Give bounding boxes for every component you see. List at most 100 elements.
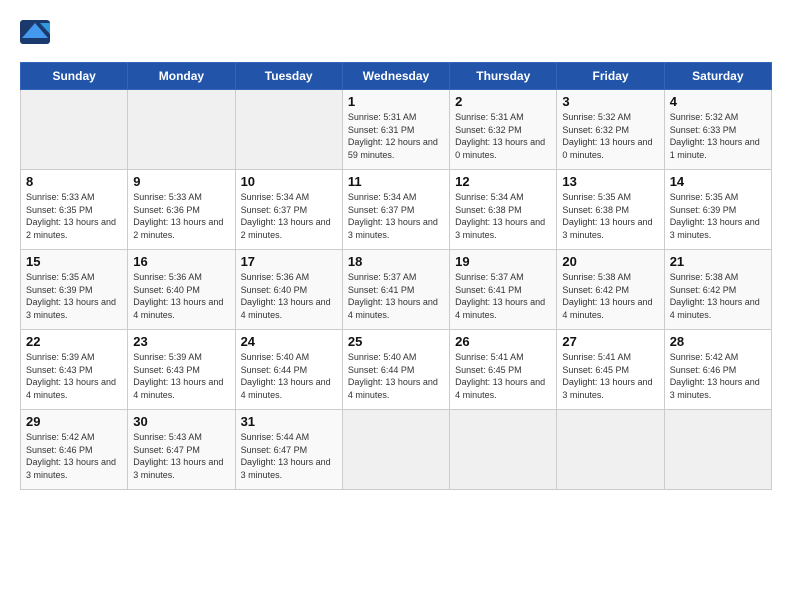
calendar-cell: 17 Sunrise: 5:36 AM Sunset: 6:40 PM Dayl… — [235, 250, 342, 330]
day-number: 2 — [455, 94, 551, 109]
logo — [20, 20, 54, 44]
day-header-monday: Monday — [128, 63, 235, 90]
day-info: Sunrise: 5:39 AM Sunset: 6:43 PM Dayligh… — [26, 351, 122, 401]
day-number: 17 — [241, 254, 337, 269]
day-number: 20 — [562, 254, 658, 269]
day-number: 24 — [241, 334, 337, 349]
logo-icon — [20, 20, 50, 44]
day-header-saturday: Saturday — [664, 63, 771, 90]
day-info: Sunrise: 5:40 AM Sunset: 6:44 PM Dayligh… — [241, 351, 337, 401]
calendar-cell: 1 Sunrise: 5:31 AM Sunset: 6:31 PM Dayli… — [342, 90, 449, 170]
day-number: 12 — [455, 174, 551, 189]
calendar-cell — [557, 410, 664, 490]
day-info: Sunrise: 5:41 AM Sunset: 6:45 PM Dayligh… — [455, 351, 551, 401]
calendar-cell — [128, 90, 235, 170]
calendar-cell — [450, 410, 557, 490]
calendar-cell: 22 Sunrise: 5:39 AM Sunset: 6:43 PM Dayl… — [21, 330, 128, 410]
day-number: 19 — [455, 254, 551, 269]
calendar-cell: 30 Sunrise: 5:43 AM Sunset: 6:47 PM Dayl… — [128, 410, 235, 490]
calendar-cell — [664, 410, 771, 490]
day-info: Sunrise: 5:34 AM Sunset: 6:37 PM Dayligh… — [241, 191, 337, 241]
day-info: Sunrise: 5:40 AM Sunset: 6:44 PM Dayligh… — [348, 351, 444, 401]
day-info: Sunrise: 5:36 AM Sunset: 6:40 PM Dayligh… — [241, 271, 337, 321]
day-info: Sunrise: 5:43 AM Sunset: 6:47 PM Dayligh… — [133, 431, 229, 481]
day-info: Sunrise: 5:31 AM Sunset: 6:32 PM Dayligh… — [455, 111, 551, 161]
calendar-cell: 14 Sunrise: 5:35 AM Sunset: 6:39 PM Dayl… — [664, 170, 771, 250]
calendar-cell: 26 Sunrise: 5:41 AM Sunset: 6:45 PM Dayl… — [450, 330, 557, 410]
calendar-cell: 15 Sunrise: 5:35 AM Sunset: 6:39 PM Dayl… — [21, 250, 128, 330]
day-number: 14 — [670, 174, 766, 189]
calendar-cell: 18 Sunrise: 5:37 AM Sunset: 6:41 PM Dayl… — [342, 250, 449, 330]
calendar-cell: 10 Sunrise: 5:34 AM Sunset: 6:37 PM Dayl… — [235, 170, 342, 250]
day-number: 8 — [26, 174, 122, 189]
day-number: 1 — [348, 94, 444, 109]
calendar-cell: 4 Sunrise: 5:32 AM Sunset: 6:33 PM Dayli… — [664, 90, 771, 170]
day-number: 29 — [26, 414, 122, 429]
day-info: Sunrise: 5:37 AM Sunset: 6:41 PM Dayligh… — [455, 271, 551, 321]
calendar-cell: 29 Sunrise: 5:42 AM Sunset: 6:46 PM Dayl… — [21, 410, 128, 490]
day-info: Sunrise: 5:32 AM Sunset: 6:33 PM Dayligh… — [670, 111, 766, 161]
day-info: Sunrise: 5:33 AM Sunset: 6:36 PM Dayligh… — [133, 191, 229, 241]
day-number: 18 — [348, 254, 444, 269]
day-header-tuesday: Tuesday — [235, 63, 342, 90]
day-number: 22 — [26, 334, 122, 349]
day-number: 26 — [455, 334, 551, 349]
calendar-week-1: 1 Sunrise: 5:31 AM Sunset: 6:31 PM Dayli… — [21, 90, 772, 170]
day-info: Sunrise: 5:38 AM Sunset: 6:42 PM Dayligh… — [562, 271, 658, 321]
day-number: 16 — [133, 254, 229, 269]
day-info: Sunrise: 5:42 AM Sunset: 6:46 PM Dayligh… — [670, 351, 766, 401]
day-number: 23 — [133, 334, 229, 349]
calendar-cell: 28 Sunrise: 5:42 AM Sunset: 6:46 PM Dayl… — [664, 330, 771, 410]
calendar-cell: 25 Sunrise: 5:40 AM Sunset: 6:44 PM Dayl… — [342, 330, 449, 410]
day-info: Sunrise: 5:32 AM Sunset: 6:32 PM Dayligh… — [562, 111, 658, 161]
calendar-week-5: 29 Sunrise: 5:42 AM Sunset: 6:46 PM Dayl… — [21, 410, 772, 490]
day-info: Sunrise: 5:34 AM Sunset: 6:38 PM Dayligh… — [455, 191, 551, 241]
day-number: 31 — [241, 414, 337, 429]
day-info: Sunrise: 5:35 AM Sunset: 6:39 PM Dayligh… — [26, 271, 122, 321]
day-number: 3 — [562, 94, 658, 109]
day-number: 9 — [133, 174, 229, 189]
day-number: 13 — [562, 174, 658, 189]
calendar-cell: 20 Sunrise: 5:38 AM Sunset: 6:42 PM Dayl… — [557, 250, 664, 330]
day-info: Sunrise: 5:37 AM Sunset: 6:41 PM Dayligh… — [348, 271, 444, 321]
day-info: Sunrise: 5:42 AM Sunset: 6:46 PM Dayligh… — [26, 431, 122, 481]
day-number: 28 — [670, 334, 766, 349]
calendar-table: SundayMondayTuesdayWednesdayThursdayFrid… — [20, 62, 772, 490]
day-number: 4 — [670, 94, 766, 109]
calendar-cell: 3 Sunrise: 5:32 AM Sunset: 6:32 PM Dayli… — [557, 90, 664, 170]
day-info: Sunrise: 5:38 AM Sunset: 6:42 PM Dayligh… — [670, 271, 766, 321]
calendar-cell: 16 Sunrise: 5:36 AM Sunset: 6:40 PM Dayl… — [128, 250, 235, 330]
calendar-cell: 27 Sunrise: 5:41 AM Sunset: 6:45 PM Dayl… — [557, 330, 664, 410]
day-info: Sunrise: 5:31 AM Sunset: 6:31 PM Dayligh… — [348, 111, 444, 161]
calendar-cell: 24 Sunrise: 5:40 AM Sunset: 6:44 PM Dayl… — [235, 330, 342, 410]
day-info: Sunrise: 5:41 AM Sunset: 6:45 PM Dayligh… — [562, 351, 658, 401]
day-number: 15 — [26, 254, 122, 269]
day-info: Sunrise: 5:34 AM Sunset: 6:37 PM Dayligh… — [348, 191, 444, 241]
calendar-cell: 12 Sunrise: 5:34 AM Sunset: 6:38 PM Dayl… — [450, 170, 557, 250]
day-info: Sunrise: 5:35 AM Sunset: 6:38 PM Dayligh… — [562, 191, 658, 241]
calendar-cell: 8 Sunrise: 5:33 AM Sunset: 6:35 PM Dayli… — [21, 170, 128, 250]
day-number: 27 — [562, 334, 658, 349]
calendar-cell: 31 Sunrise: 5:44 AM Sunset: 6:47 PM Dayl… — [235, 410, 342, 490]
calendar-cell: 9 Sunrise: 5:33 AM Sunset: 6:36 PM Dayli… — [128, 170, 235, 250]
day-number: 21 — [670, 254, 766, 269]
calendar-week-2: 8 Sunrise: 5:33 AM Sunset: 6:35 PM Dayli… — [21, 170, 772, 250]
calendar-cell — [235, 90, 342, 170]
day-number: 25 — [348, 334, 444, 349]
day-header-thursday: Thursday — [450, 63, 557, 90]
calendar-cell: 21 Sunrise: 5:38 AM Sunset: 6:42 PM Dayl… — [664, 250, 771, 330]
day-info: Sunrise: 5:33 AM Sunset: 6:35 PM Dayligh… — [26, 191, 122, 241]
calendar-cell: 11 Sunrise: 5:34 AM Sunset: 6:37 PM Dayl… — [342, 170, 449, 250]
day-number: 30 — [133, 414, 229, 429]
day-header-friday: Friday — [557, 63, 664, 90]
day-header-wednesday: Wednesday — [342, 63, 449, 90]
calendar-cell: 13 Sunrise: 5:35 AM Sunset: 6:38 PM Dayl… — [557, 170, 664, 250]
day-info: Sunrise: 5:39 AM Sunset: 6:43 PM Dayligh… — [133, 351, 229, 401]
calendar-cell — [21, 90, 128, 170]
day-info: Sunrise: 5:35 AM Sunset: 6:39 PM Dayligh… — [670, 191, 766, 241]
calendar-cell: 23 Sunrise: 5:39 AM Sunset: 6:43 PM Dayl… — [128, 330, 235, 410]
calendar-cell — [342, 410, 449, 490]
calendar-cell: 19 Sunrise: 5:37 AM Sunset: 6:41 PM Dayl… — [450, 250, 557, 330]
day-number: 10 — [241, 174, 337, 189]
day-number: 11 — [348, 174, 444, 189]
